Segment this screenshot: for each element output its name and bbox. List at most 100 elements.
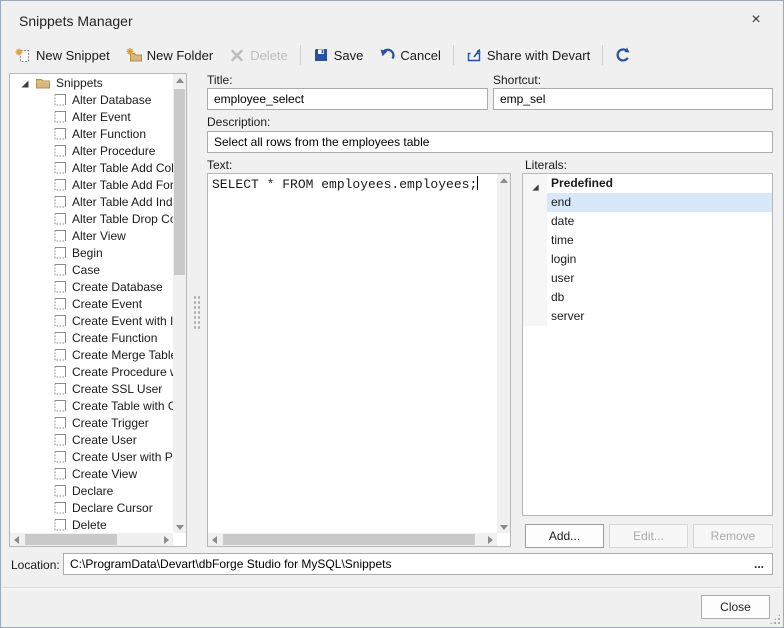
scroll-left-icon[interactable] <box>10 533 23 546</box>
tree-item[interactable]: Create Table with Op <box>10 397 173 414</box>
tree-item[interactable]: Declare Cursor <box>10 499 173 516</box>
expander-icon[interactable] <box>20 78 30 88</box>
tree-item-label: Declare <box>72 484 113 498</box>
text-label: Text: <box>207 158 232 172</box>
splitter[interactable] <box>191 73 203 547</box>
tree-item[interactable]: Alter Table Add Colum <box>10 159 173 176</box>
snippet-icon <box>54 331 67 344</box>
tree-item[interactable]: Create User <box>10 431 173 448</box>
literal-item[interactable]: user <box>523 269 772 288</box>
scroll-down-icon[interactable] <box>173 520 186 533</box>
new-snippet-button[interactable]: New Snippet <box>7 43 118 67</box>
tree-item[interactable]: Create Function <box>10 329 173 346</box>
tree-item-label: Create View <box>72 467 137 481</box>
snippet-icon <box>54 365 67 378</box>
tree-horizontal-scrollbar[interactable] <box>10 533 173 546</box>
shortcut-label: Shortcut: <box>493 73 541 87</box>
save-button[interactable]: Save <box>305 43 372 67</box>
shortcut-input[interactable] <box>493 88 773 110</box>
tree-item[interactable]: Alter Event <box>10 108 173 125</box>
title-label: Title: <box>207 73 233 87</box>
browse-ellipsis-button[interactable]: ... <box>748 554 770 574</box>
tree-item[interactable]: Declare <box>10 482 173 499</box>
literal-item[interactable]: db <box>523 288 772 307</box>
snippet-icon <box>54 518 67 531</box>
title-input[interactable] <box>207 88 488 110</box>
literal-item-label: date <box>551 214 574 228</box>
new-folder-button[interactable]: New Folder <box>118 43 221 67</box>
share-with-devart-button[interactable]: Share with Devart <box>458 43 598 67</box>
tree-root-snippets[interactable]: Snippets <box>10 74 173 91</box>
snippet-text-editor[interactable]: SELECT * FROM employees.employees; <box>207 173 511 547</box>
scroll-up-icon[interactable] <box>173 74 186 87</box>
tree-item[interactable]: Begin <box>10 244 173 261</box>
tree-item[interactable]: Delete <box>10 516 173 533</box>
close-button[interactable]: Close <box>701 595 770 619</box>
tree-item-label: Create SSL User <box>72 382 162 396</box>
delete-label: Delete <box>250 48 288 63</box>
tree-item[interactable]: Alter Table Add Index <box>10 193 173 210</box>
splitter-grip-icon <box>193 295 202 329</box>
add-button[interactable]: Add... <box>525 524 604 548</box>
tree-item-label: Create Merge Table <box>72 348 173 362</box>
tree-item-label: Alter Table Add Forei <box>72 178 173 192</box>
tree-item[interactable]: Alter View <box>10 227 173 244</box>
tree-item-label: Create Procedure wit <box>72 365 173 379</box>
tree-item[interactable]: Create Procedure wit <box>10 363 173 380</box>
literal-item[interactable]: time <box>523 231 772 250</box>
scrollbar-thumb[interactable] <box>223 534 475 545</box>
resize-grip-icon[interactable] <box>769 613 781 625</box>
tree-item[interactable]: Case <box>10 261 173 278</box>
tree-item[interactable]: Create Merge Table <box>10 346 173 363</box>
tree-item-label: Alter Table Add Colum <box>72 161 173 175</box>
tree-item-label: Create Table with Op <box>72 399 173 413</box>
expander-icon[interactable] <box>531 179 540 188</box>
scroll-up-icon[interactable] <box>497 174 510 187</box>
scroll-down-icon[interactable] <box>497 520 510 533</box>
tree-item[interactable]: Create User with Priv <box>10 448 173 465</box>
edit-button[interactable]: Edit... <box>609 524 688 548</box>
editor-vertical-scrollbar[interactable] <box>497 174 510 533</box>
scrollbar-thumb[interactable] <box>25 534 117 545</box>
literal-item[interactable]: server <box>523 307 772 326</box>
snippets-tree-panel: Snippets Alter Database Alter Event <box>9 73 187 547</box>
tree-item[interactable]: Alter Table Drop Colu <box>10 210 173 227</box>
tree-item[interactable]: Alter Database <box>10 91 173 108</box>
tree-item[interactable]: Create SSL User <box>10 380 173 397</box>
snippet-icon <box>54 416 67 429</box>
literal-item[interactable]: login <box>523 250 772 269</box>
close-icon[interactable]: × <box>745 9 767 31</box>
literals-group-predefined[interactable]: Predefined <box>523 174 772 193</box>
scroll-right-icon[interactable] <box>160 533 173 546</box>
location-field[interactable]: C:\ProgramData\Devart\dbForge Studio for… <box>63 553 773 575</box>
editor-horizontal-scrollbar[interactable] <box>208 533 497 546</box>
description-input[interactable] <box>207 131 773 153</box>
tree-item[interactable]: Create View <box>10 465 173 482</box>
tree-vertical-scrollbar[interactable] <box>173 74 186 533</box>
literals-group-label: Predefined <box>551 176 613 190</box>
tree-item-label: Alter Table Drop Colu <box>72 212 173 226</box>
literal-item[interactable]: date <box>523 212 772 231</box>
tree-item[interactable]: Create Event <box>10 295 173 312</box>
tree-item[interactable]: Create Event with Int <box>10 312 173 329</box>
literal-item[interactable]: end <box>523 193 772 212</box>
snippet-icon <box>54 280 67 293</box>
tree-item[interactable]: Alter Function <box>10 125 173 142</box>
new-snippet-icon <box>15 47 31 63</box>
delete-button[interactable]: Delete <box>221 43 296 67</box>
tree-item-label: Declare Cursor <box>72 501 153 515</box>
tree-item[interactable]: Create Trigger <box>10 414 173 431</box>
tree-item[interactable]: Alter Procedure <box>10 142 173 159</box>
snippet-icon <box>54 246 67 259</box>
tree-item[interactable]: Alter Table Add Forei <box>10 176 173 193</box>
scroll-right-icon[interactable] <box>484 533 497 546</box>
tree-item[interactable]: Create Database <box>10 278 173 295</box>
refresh-button[interactable] <box>607 43 639 67</box>
snippet-text[interactable]: SELECT * FROM employees.employees; <box>208 174 497 533</box>
snippet-icon <box>54 450 67 463</box>
cancel-button[interactable]: Cancel <box>371 43 448 67</box>
scrollbar-thumb[interactable] <box>174 89 185 275</box>
scroll-left-icon[interactable] <box>208 533 221 546</box>
cancel-label: Cancel <box>400 48 440 63</box>
remove-button[interactable]: Remove <box>693 524 773 548</box>
